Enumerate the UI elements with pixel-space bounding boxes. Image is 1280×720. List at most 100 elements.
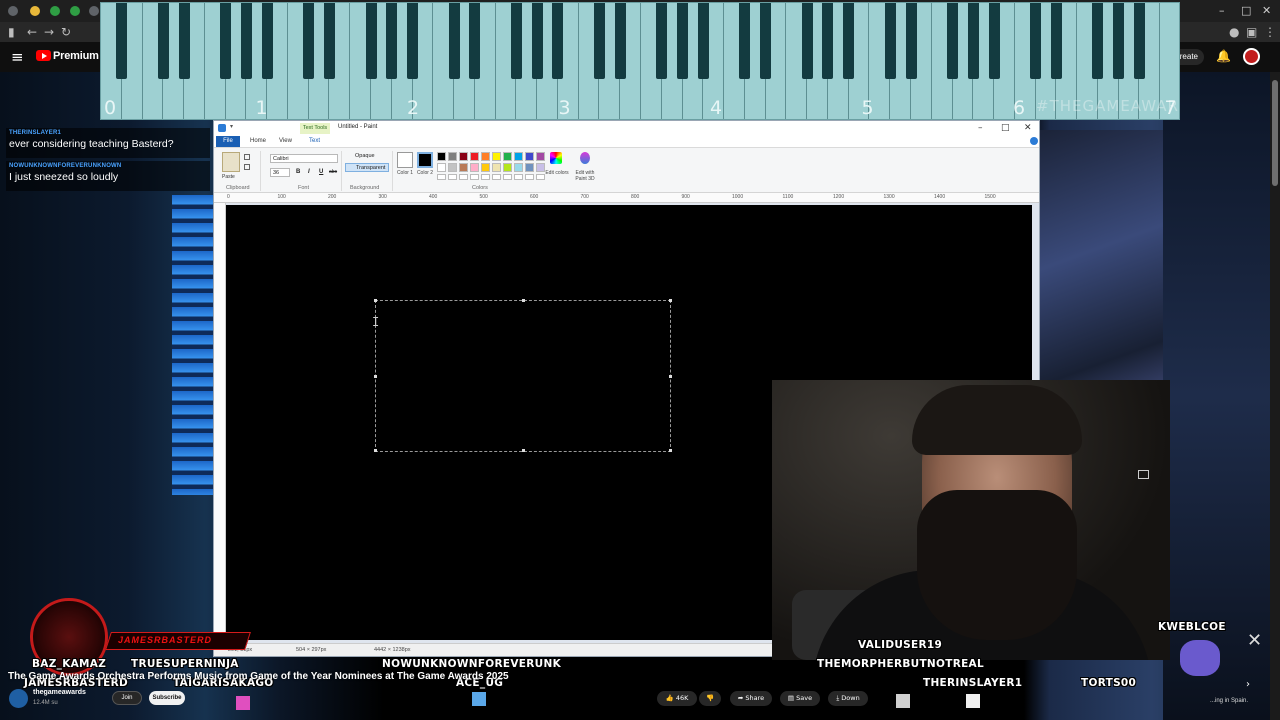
paint-close-icon[interactable]: ✕ <box>1024 123 1032 133</box>
sidebar-toggle-icon[interactable]: ▮ <box>8 25 15 39</box>
like-button[interactable]: 👍 46K <box>657 691 697 706</box>
paste-icon[interactable] <box>222 152 240 172</box>
share-button[interactable]: ➦ Share <box>730 691 772 706</box>
color-swatch[interactable] <box>503 152 512 161</box>
join-button[interactable]: Join <box>112 691 142 705</box>
custom-color-swatch[interactable] <box>459 174 468 180</box>
custom-color-swatch[interactable] <box>525 174 534 180</box>
strikethrough-button[interactable]: abc <box>329 169 337 175</box>
tab-view[interactable]: View <box>279 138 292 144</box>
color-swatch[interactable] <box>448 163 457 172</box>
opaque-option[interactable]: Opaque <box>345 152 389 161</box>
color-swatch[interactable] <box>514 163 523 172</box>
color-swatch[interactable] <box>481 163 490 172</box>
custom-color-swatch[interactable] <box>503 174 512 180</box>
edit-with-paint-3d-label[interactable]: Edit with Paint 3D <box>570 170 600 182</box>
save-button[interactable]: ▤ Save <box>780 691 820 706</box>
channel-avatar[interactable] <box>9 689 28 708</box>
text-selection-box[interactable] <box>374 299 672 452</box>
resize-handle[interactable] <box>669 375 672 378</box>
color-swatch[interactable] <box>525 163 534 172</box>
edit-colors-label[interactable]: Edit colors <box>544 170 570 176</box>
chevron-right-icon[interactable]: › <box>1246 679 1250 690</box>
resize-handle[interactable] <box>522 449 525 452</box>
browser-menu-icon[interactable]: ⋮ <box>1264 25 1276 39</box>
resize-handle[interactable] <box>522 299 525 302</box>
color-2-slot[interactable] <box>417 152 433 168</box>
color-swatch[interactable] <box>459 163 468 172</box>
color-swatch[interactable] <box>448 152 457 161</box>
tab-text[interactable]: Text <box>309 138 320 144</box>
edit-colors-icon[interactable] <box>550 152 562 164</box>
color-swatch[interactable] <box>536 152 545 161</box>
resize-handle[interactable] <box>669 299 672 302</box>
transparent-option[interactable]: Transparent <box>345 163 389 172</box>
tab-favicon[interactable] <box>50 6 60 16</box>
italic-button[interactable]: I <box>308 169 310 175</box>
tab-favicon[interactable] <box>70 6 80 16</box>
font-family-select[interactable]: Calibri <box>270 154 338 163</box>
color-swatch[interactable] <box>470 152 479 161</box>
minimize-icon[interactable]: – <box>1219 4 1225 17</box>
miniplayer-icon[interactable] <box>1138 470 1149 479</box>
extension-icon[interactable]: ● <box>1229 25 1239 39</box>
color-swatch[interactable] <box>536 163 545 172</box>
custom-color-swatch[interactable] <box>437 174 446 180</box>
copy-icon[interactable] <box>244 164 250 170</box>
quick-access-toolbar-icon[interactable]: ▾ <box>230 123 233 130</box>
youtube-logo-icon[interactable] <box>36 50 51 61</box>
dislike-button[interactable]: 👎 <box>699 691 721 706</box>
forward-icon[interactable]: → <box>44 25 54 39</box>
resize-handle[interactable] <box>669 449 672 452</box>
paint-3d-icon[interactable] <box>580 152 590 164</box>
custom-color-swatch[interactable] <box>514 174 523 180</box>
color-swatch[interactable] <box>492 163 501 172</box>
maximize-icon[interactable]: □ <box>1241 4 1251 17</box>
resize-handle[interactable] <box>374 449 377 452</box>
color-swatch[interactable] <box>437 163 446 172</box>
scrollbar-thumb[interactable] <box>1272 80 1278 186</box>
bold-button[interactable]: B <box>296 169 300 175</box>
paint-maximize-icon[interactable]: □ <box>1001 123 1010 133</box>
custom-color-swatch[interactable] <box>448 174 457 180</box>
subscribe-button[interactable]: Subscribe <box>149 691 185 705</box>
custom-color-swatch[interactable] <box>492 174 501 180</box>
notifications-bell-icon[interactable]: 🔔 <box>1216 49 1231 63</box>
color-swatch[interactable] <box>481 152 490 161</box>
color-swatch[interactable] <box>437 152 446 161</box>
cut-icon[interactable] <box>244 154 250 160</box>
color-swatch[interactable] <box>470 163 479 172</box>
hamburger-menu-icon[interactable]: ≡ <box>11 48 24 66</box>
recommended-video-title[interactable]: ...ing in Spain. <box>1210 698 1248 704</box>
download-button[interactable]: ⤓ Down <box>828 691 868 706</box>
resize-handle[interactable] <box>374 375 377 378</box>
extensions-puzzle-icon[interactable]: ▣ <box>1246 25 1257 39</box>
custom-color-swatch[interactable] <box>470 174 479 180</box>
reload-icon[interactable]: ↻ <box>61 25 71 39</box>
underline-button[interactable]: U <box>319 169 323 175</box>
tab-favicon[interactable] <box>30 6 40 16</box>
color-swatch[interactable] <box>514 152 523 161</box>
channel-name[interactable]: thegameawards <box>33 689 86 696</box>
color-swatch[interactable] <box>503 163 512 172</box>
color-1-slot[interactable] <box>397 152 413 168</box>
back-icon[interactable]: ← <box>27 25 37 39</box>
custom-color-swatch[interactable] <box>536 174 545 180</box>
color-swatch[interactable] <box>525 152 534 161</box>
close-icon[interactable]: ✕ <box>1262 4 1271 17</box>
tab-home[interactable]: Home <box>250 138 266 144</box>
tab-favicon[interactable] <box>8 6 18 16</box>
overlay-close-icon[interactable]: ✕ <box>1247 630 1262 651</box>
tab-favicon[interactable] <box>89 6 99 16</box>
paste-label[interactable]: Paste <box>222 174 235 180</box>
tab-file[interactable]: File <box>216 136 240 147</box>
help-icon[interactable] <box>1030 137 1038 145</box>
paint-minimize-icon[interactable]: – <box>978 123 983 133</box>
custom-color-swatch[interactable] <box>481 174 490 180</box>
color-swatch[interactable] <box>492 152 501 161</box>
account-avatar[interactable] <box>1243 48 1260 65</box>
resize-handle[interactable] <box>374 299 377 302</box>
youtube-premium-label[interactable]: Premium <box>53 50 99 62</box>
color-swatch[interactable] <box>459 152 468 161</box>
font-size-select[interactable]: 36 <box>270 168 290 177</box>
